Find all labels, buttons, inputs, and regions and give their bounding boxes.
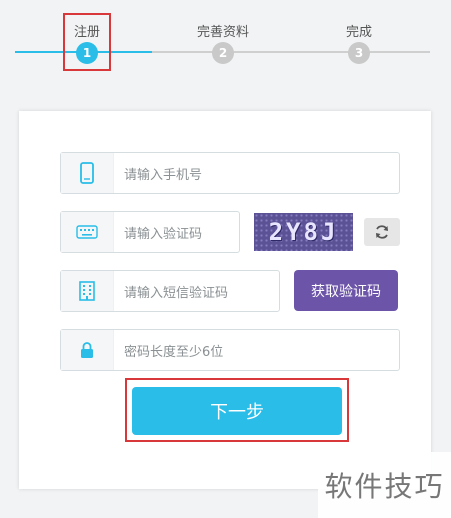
refresh-captcha-button[interactable] — [364, 218, 400, 246]
lock-icon — [61, 330, 114, 370]
sms-code-field[interactable]: 请输入短信验证码 — [60, 270, 280, 312]
step-line-pending — [152, 51, 430, 53]
refresh-icon — [376, 225, 388, 239]
progress-steps: 注册 1 完善资料 2 完成 3 — [0, 0, 451, 80]
step-label-done: 完成 — [345, 25, 373, 40]
phone-field[interactable]: 请输入手机号 — [60, 152, 400, 194]
get-sms-code-button[interactable]: 获取验证码 — [294, 270, 398, 311]
captcha-field[interactable]: 请输入验证码 — [60, 211, 240, 253]
captcha-placeholder: 请输入验证码 — [124, 226, 203, 242]
phone-icon — [61, 153, 114, 193]
password-field[interactable]: 密码长度至少6位 — [60, 329, 400, 371]
step-label-profile: 完善资料 — [196, 25, 250, 40]
step-number-done: 3 — [348, 42, 370, 64]
highlight-box-next — [125, 378, 349, 442]
watermark-text: 软件技巧 — [324, 470, 445, 503]
phone-placeholder: 请输入手机号 — [124, 167, 203, 183]
captcha-text: 2Y8J — [268, 218, 339, 246]
captcha-image[interactable]: 2Y8J — [254, 213, 353, 251]
highlight-box-step — [63, 13, 111, 71]
building-icon — [61, 271, 114, 311]
keyboard-icon — [61, 212, 114, 252]
watermark: 软件技巧 — [318, 452, 451, 518]
step-number-profile: 2 — [212, 42, 234, 64]
sms-code-placeholder: 请输入短信验证码 — [124, 285, 229, 301]
password-placeholder: 密码长度至少6位 — [124, 344, 224, 360]
